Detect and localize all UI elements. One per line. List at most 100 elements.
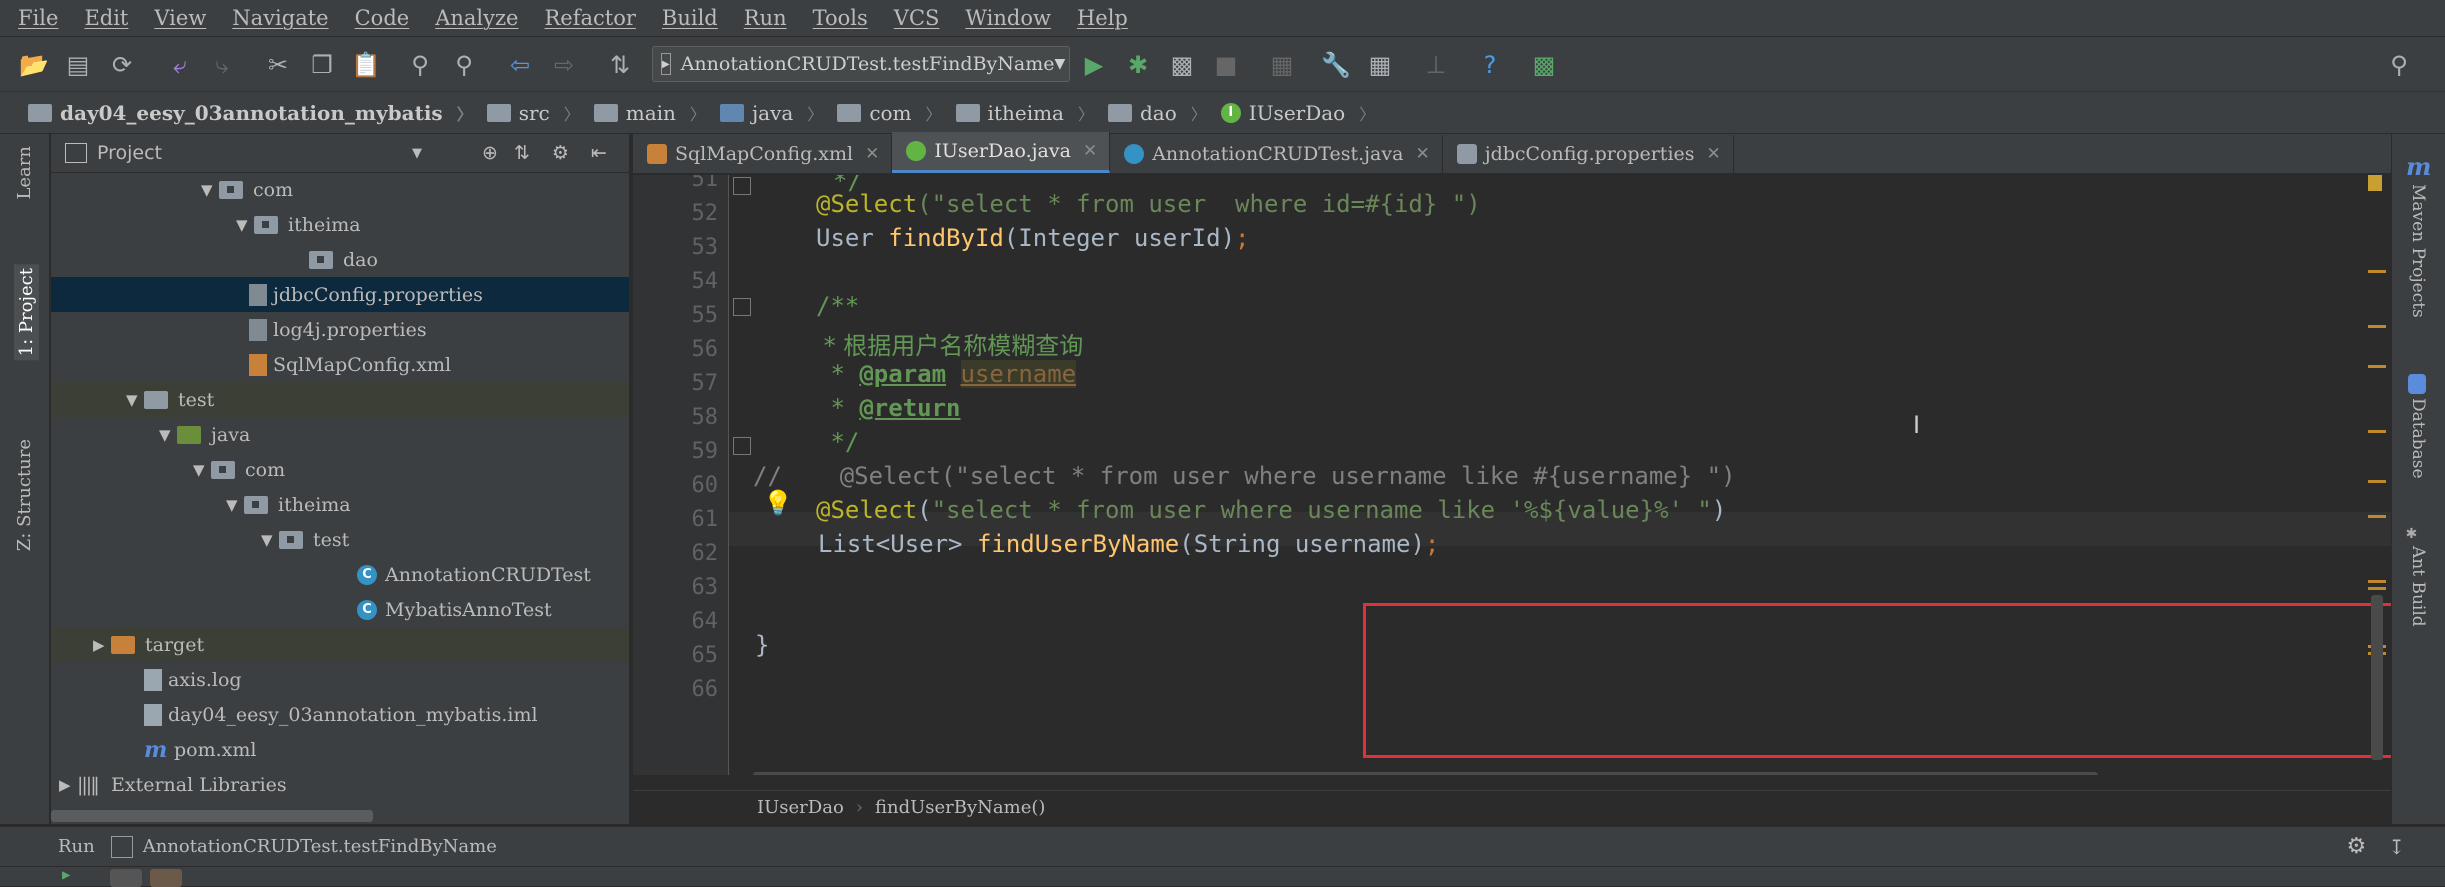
deploy-icon[interactable]: ▩ <box>1528 49 1560 81</box>
breadcrumb-main[interactable]: main 〉 <box>593 101 706 125</box>
menu-window[interactable]: Window <box>965 6 1051 30</box>
tab-iuserdao[interactable]: IUserDao.java ✕ <box>892 132 1111 173</box>
find-icon[interactable]: ⚲ <box>404 49 436 81</box>
tree-item[interactable]: ▶ |||‖ External Libraries <box>51 767 629 802</box>
tree-item[interactable]: axis.log <box>51 662 629 697</box>
forward-icon[interactable]: ⇨ <box>548 49 580 81</box>
search-icon[interactable]: ⚲ <box>2383 49 2415 81</box>
editor-crumb-class[interactable]: IUserDao <box>757 797 844 818</box>
tree-item[interactable]: ▼ com <box>51 172 629 207</box>
fold-marker[interactable] <box>733 177 751 195</box>
tab-sqlmapconfig[interactable]: SqlMapConfig.xml ✕ <box>633 135 893 173</box>
menu-edit[interactable]: Edit <box>84 6 128 30</box>
redo-icon[interactable]: ⤷ <box>206 49 238 81</box>
tree-item[interactable]: SqlMapConfig.xml <box>51 347 629 382</box>
back-icon[interactable]: ⇦ <box>504 49 536 81</box>
help-icon[interactable]: ? <box>1474 49 1506 81</box>
cut-icon[interactable]: ✂ <box>262 49 294 81</box>
run-config-select[interactable]: ▶ AnnotationCRUDTest.testFindByName ▼ <box>652 46 1070 82</box>
vcs-icon[interactable]: ▦ <box>1266 49 1298 81</box>
tab-annotationcrudtest[interactable]: AnnotationCRUDTest.java ✕ <box>1110 135 1443 173</box>
menu-navigate[interactable]: Navigate <box>232 6 328 30</box>
locate-icon[interactable]: ⊕ <box>482 142 498 164</box>
coverage-icon[interactable]: ▩ <box>1166 49 1198 81</box>
code-editor[interactable]: 51 52 53 54 55 56 57 58 59 60 61 62 63 64 65 66 */ @Sel… <box>633 175 2391 775</box>
breadcrumb-src[interactable]: src 〉 <box>486 101 580 125</box>
editor-crumb-method[interactable]: findUserByName() <box>875 797 1045 818</box>
undo-icon[interactable]: ⤶ <box>164 49 196 81</box>
hide-icon[interactable]: ⇤ <box>591 142 607 164</box>
expand-arrow-icon[interactable]: ▼ <box>261 531 279 549</box>
menu-run[interactable]: Run <box>744 6 787 30</box>
tree-item[interactable]: day04_eesy_03annotation_mybatis.iml <box>51 697 629 732</box>
breadcrumb-java[interactable]: java 〉 <box>719 101 823 125</box>
tree-item[interactable]: ▼ test <box>51 382 629 417</box>
expand-arrow-icon[interactable]: ▼ <box>226 496 244 514</box>
save-icon[interactable]: ▤ <box>62 49 94 81</box>
toggle-ignored-icon[interactable] <box>150 869 182 887</box>
collapse-arrow-icon[interactable]: ▶ <box>59 776 77 794</box>
close-icon[interactable]: ✕ <box>1707 144 1721 164</box>
close-icon[interactable]: ✕ <box>1415 144 1429 164</box>
tool-window-ant[interactable]: Ant Build <box>2408 546 2428 627</box>
breadcrumb-dao[interactable]: dao 〉 <box>1108 101 1207 125</box>
expand-arrow-icon[interactable]: ▼ <box>159 426 177 444</box>
menu-analyze[interactable]: Analyze <box>435 6 518 30</box>
menu-refactor[interactable]: Refactor <box>545 6 636 30</box>
stop-icon[interactable]: ■ <box>1210 49 1242 81</box>
breadcrumb-itheima[interactable]: itheima 〉 <box>955 101 1094 125</box>
tree-item[interactable]: m pom.xml <box>51 732 629 767</box>
tree-item[interactable]: ▼ itheima <box>51 207 629 242</box>
tree-item[interactable]: jdbcConfig.properties <box>51 277 629 312</box>
sdk-icon[interactable]: ⊥ <box>1420 49 1452 81</box>
run-icon[interactable]: ▶ <box>1078 49 1110 81</box>
fold-marker[interactable] <box>733 437 751 455</box>
menu-code[interactable]: Code <box>355 6 410 30</box>
tree-item[interactable]: ▼ java <box>51 417 629 452</box>
breadcrumb-com[interactable]: com 〉 <box>837 101 942 125</box>
tree-item[interactable]: log4j.properties <box>51 312 629 347</box>
tool-window-learn[interactable]: Learn <box>14 146 35 200</box>
tool-window-maven[interactable]: Maven Projects <box>2408 184 2428 318</box>
breadcrumb-project[interactable]: day04_eesy_03annotation_mybatis 〉 <box>28 101 473 125</box>
gear-icon[interactable]: ⚙ <box>2347 834 2367 859</box>
project-panel-title[interactable]: Project <box>97 142 162 164</box>
expand-arrow-icon[interactable]: ▼ <box>193 461 211 479</box>
tool-window-database[interactable]: Database <box>2408 398 2428 479</box>
sync-icon[interactable]: ⟳ <box>106 49 138 81</box>
close-icon[interactable]: ✕ <box>1083 141 1097 161</box>
run-label[interactable]: Run <box>58 836 95 857</box>
replace-icon[interactable]: ⚲ <box>448 49 480 81</box>
run-config-name[interactable]: AnnotationCRUDTest.testFindByName <box>143 836 497 857</box>
expand-arrow-icon[interactable]: ▼ <box>236 216 254 234</box>
menu-view[interactable]: View <box>154 6 206 30</box>
debug-icon[interactable]: ✱ <box>1122 49 1154 81</box>
chevron-down-icon[interactable]: ▼ <box>412 146 422 161</box>
build-icon[interactable]: ⇅ <box>604 49 636 81</box>
editor-hscrollbar[interactable] <box>753 772 2098 775</box>
collapse-arrow-icon[interactable]: ▶ <box>93 636 111 654</box>
toggle-passed-icon[interactable] <box>110 869 142 887</box>
hide-panel-icon[interactable]: ↧ <box>2388 835 2405 859</box>
tree-item[interactable]: C AnnotationCRUDTest <box>51 557 629 592</box>
expand-arrow-icon[interactable]: ▼ <box>126 391 144 409</box>
rerun-icon[interactable]: ▶ <box>62 867 70 883</box>
tool-window-structure[interactable]: Z: Structure <box>14 439 35 551</box>
menu-tools[interactable]: Tools <box>813 6 868 30</box>
project-structure-icon[interactable]: ▦ <box>1364 49 1396 81</box>
tree-item[interactable]: dao <box>51 242 629 277</box>
menu-build[interactable]: Build <box>662 6 718 30</box>
collapse-icon[interactable]: ⇅ <box>514 142 530 164</box>
open-folder-icon[interactable]: 📂 <box>18 49 50 81</box>
tool-window-project[interactable]: 1: Project <box>14 264 39 361</box>
paste-icon[interactable]: 📋 <box>350 49 382 81</box>
settings-wrench-icon[interactable]: 🔧 <box>1320 49 1352 81</box>
tree-item[interactable]: C MybatisAnnoTest <box>51 592 629 627</box>
editor-vscrollbar[interactable] <box>2371 595 2383 760</box>
project-hscrollbar[interactable] <box>51 810 373 822</box>
fold-marker[interactable] <box>733 298 751 316</box>
close-icon[interactable]: ✕ <box>865 144 879 164</box>
menu-help[interactable]: Help <box>1077 6 1128 30</box>
lightbulb-icon[interactable]: 💡 <box>763 489 793 517</box>
tree-item[interactable]: ▼ test <box>51 522 629 557</box>
